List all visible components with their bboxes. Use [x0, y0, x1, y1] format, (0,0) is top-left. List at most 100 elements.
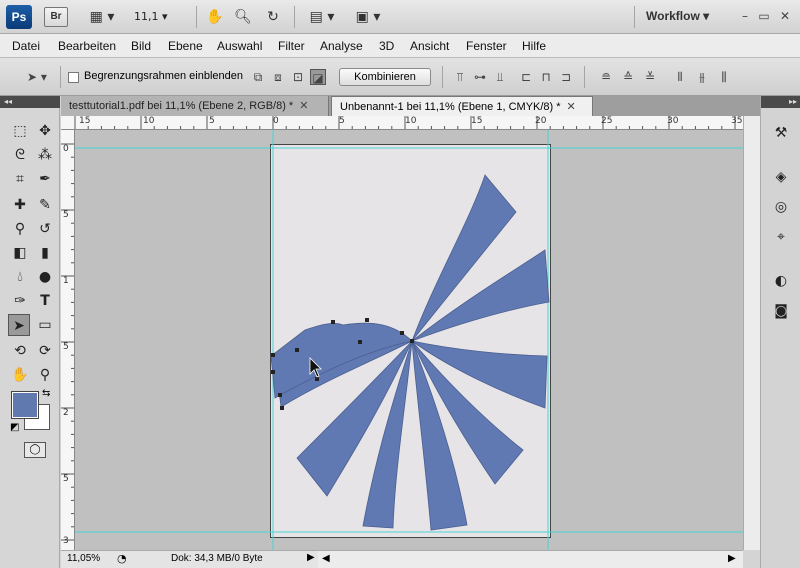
hand-tool-icon[interactable]: ✋ [204, 7, 226, 27]
healing-brush-tool-icon[interactable]: ✚ [9, 194, 31, 216]
scroll-right-icon[interactable]: ▶ [728, 553, 736, 564]
horizontal-ruler[interactable]: 15 10 5 0 5 10 15 20 25 30 35 [61, 116, 743, 130]
menu-auswahl[interactable]: Auswahl [217, 39, 262, 53]
status-menu-arrow-icon[interactable]: ▶ [307, 552, 315, 563]
minimize-icon[interactable]: – [736, 8, 754, 24]
expand-panels-icon[interactable]: ▸▸ [761, 96, 800, 108]
eraser-tool-icon[interactable]: ◧ [9, 242, 31, 264]
dodge-tool-icon[interactable]: ● [34, 266, 56, 288]
combine-button[interactable]: Kombinieren [339, 68, 431, 86]
title-bar: Ps Br ▦ ▾ 11,1 ▾ ✋ 🔍︎ ↻ ▤ ▾ ▣ ▾ Workflow… [0, 0, 800, 34]
masks-panel-icon[interactable]: ◙ [769, 300, 793, 322]
close-icon[interactable]: ✕ [776, 8, 794, 24]
align-bottom-icon[interactable]: ⫫ [492, 69, 508, 85]
adjustments-panel-icon[interactable]: ◐ [769, 270, 793, 292]
status-zoom[interactable]: 11,05% [67, 553, 100, 564]
arrange-documents-icon[interactable]: ▤ ▾ [304, 7, 340, 27]
collapse-toolbox-icon[interactable]: ◂◂ [0, 96, 60, 108]
status-info-icon[interactable]: ◔ [117, 552, 127, 565]
menu-ebene[interactable]: Ebene [168, 39, 203, 53]
rectangle-tool-icon[interactable]: ▭ [34, 314, 56, 336]
distribute-hcenter-icon[interactable]: ⫵ [694, 69, 710, 85]
channels-panel-icon[interactable]: ◎ [769, 196, 793, 218]
swirl-ray-selected[interactable] [270, 322, 413, 399]
blur-tool-icon[interactable]: 💧︎ [9, 266, 31, 288]
separator [442, 66, 443, 88]
align-left-icon[interactable]: ⊏ [518, 69, 534, 85]
rotate-view-icon[interactable]: ↻ [262, 7, 284, 27]
bridge-button[interactable]: Br [44, 7, 68, 27]
type-tool-icon[interactable]: T [34, 290, 56, 312]
film-icon[interactable]: ▦ ▾ [84, 7, 120, 27]
quick-mask-button[interactable]: ◯ [24, 442, 46, 458]
history-brush-tool-icon[interactable]: ↺ [34, 218, 56, 240]
menu-filter[interactable]: Filter [278, 39, 305, 53]
align-right-icon[interactable]: ⊐ [558, 69, 574, 85]
vertical-ruler[interactable]: 0 5 1 5 2 5 3 [61, 130, 75, 550]
zoom-tool-icon[interactable]: ⚲ [34, 364, 56, 386]
swap-colors-icon[interactable]: ⇆ [42, 388, 50, 399]
3d-orbit-tool-icon[interactable]: ⟳ [34, 340, 56, 362]
layers-panel-icon[interactable]: ◈ [769, 166, 793, 188]
hand-tool-icon[interactable]: ✋ [9, 364, 31, 386]
swirl-shape[interactable] [270, 174, 550, 531]
ruler-label: 0 [273, 116, 279, 126]
scroll-left-icon[interactable]: ◀ [322, 553, 330, 564]
workspace-switcher[interactable]: Workflow ▾ [646, 9, 709, 23]
shape-add-icon[interactable]: ⧉ [250, 69, 266, 85]
crop-tool-icon[interactable]: ⌗ [9, 168, 31, 190]
horizontal-scrollbar[interactable]: ◀ ▶ [318, 550, 743, 568]
lasso-tool-icon[interactable]: ᘓ [9, 144, 31, 166]
photoshop-logo: Ps [6, 5, 32, 29]
distribute-vcenter-icon[interactable]: ≙ [620, 69, 636, 85]
3d-rotate-tool-icon[interactable]: ⟲ [9, 340, 31, 362]
gradient-tool-icon[interactable]: ▮ [34, 242, 56, 264]
eyedropper-tool-icon[interactable]: ✒ [34, 168, 56, 190]
align-top-icon[interactable]: ⫪ [452, 69, 468, 85]
ruler-label: 3 [63, 536, 69, 546]
shape-exclude-icon[interactable]: ◪ [310, 69, 326, 85]
distribute-left-icon[interactable]: ⫴ [672, 69, 688, 85]
align-vcenter-icon[interactable]: ⊶ [472, 69, 488, 85]
default-colors-icon[interactable]: ◩ [10, 422, 19, 433]
shape-subtract-icon[interactable]: ⧈ [270, 69, 286, 85]
tab-testtutorial[interactable]: testtutorial1.pdf bei 11,1% (Ebene 2, RG… [61, 96, 329, 116]
distribute-bottom-icon[interactable]: ≚ [642, 69, 658, 85]
ruler-label: 25 [601, 116, 613, 126]
vertical-scrollbar[interactable] [743, 116, 760, 550]
tab-unbenannt[interactable]: Unbenannt-1 bei 11,1% (Ebene 1, CMYK/8) … [331, 96, 593, 116]
shape-intersect-icon[interactable]: ⊡ [290, 69, 306, 85]
path-selection-tool-icon[interactable]: ➤ [8, 314, 30, 336]
menu-hilfe[interactable]: Hilfe [522, 39, 546, 53]
paths-panel-icon[interactable]: ⌖ [769, 226, 793, 248]
foreground-color-swatch[interactable] [11, 391, 39, 419]
restore-icon[interactable]: ▭ [755, 8, 773, 24]
clone-stamp-tool-icon[interactable]: ⚲ [9, 218, 31, 240]
bounding-box-checkbox[interactable] [68, 72, 79, 83]
zoom-select[interactable]: 11,1 ▾ [134, 8, 184, 26]
close-tab-icon[interactable]: ✕ [567, 101, 576, 113]
tab-label: Unbenannt-1 bei 11,1% (Ebene 1, CMYK/8) … [340, 101, 561, 113]
magic-wand-tool-icon[interactable]: ⁂ [34, 144, 56, 166]
distribute-right-icon[interactable]: ⫼ [716, 69, 732, 85]
tools-panel-icon[interactable]: ⚒ [769, 122, 793, 144]
marquee-tool-icon[interactable]: ⬚ [9, 120, 31, 142]
menu-datei[interactable]: Datei [12, 39, 40, 53]
distribute-top-icon[interactable]: ≘ [598, 69, 614, 85]
menu-3d[interactable]: 3D [379, 39, 394, 53]
screen-mode-icon[interactable]: ▣ ▾ [350, 7, 386, 27]
tool-preset-picker[interactable]: ➤ ▾ [22, 69, 52, 85]
brush-tool-icon[interactable]: ✎ [34, 194, 56, 216]
align-hcenter-icon[interactable]: ⊓ [538, 69, 554, 85]
ruler-label: 5 [63, 342, 69, 352]
zoom-tool-icon[interactable]: 🔍︎ [232, 7, 254, 27]
menu-bild[interactable]: Bild [131, 39, 151, 53]
pen-tool-icon[interactable]: ✑ [9, 290, 31, 312]
move-tool-icon[interactable]: ✥ [34, 120, 56, 142]
menu-bearbeiten[interactable]: Bearbeiten [58, 39, 116, 53]
menu-ansicht[interactable]: Ansicht [410, 39, 449, 53]
menu-fenster[interactable]: Fenster [466, 39, 507, 53]
close-tab-icon[interactable]: ✕ [299, 100, 308, 112]
menu-analyse[interactable]: Analyse [320, 39, 363, 53]
canvas-area[interactable] [75, 130, 743, 550]
